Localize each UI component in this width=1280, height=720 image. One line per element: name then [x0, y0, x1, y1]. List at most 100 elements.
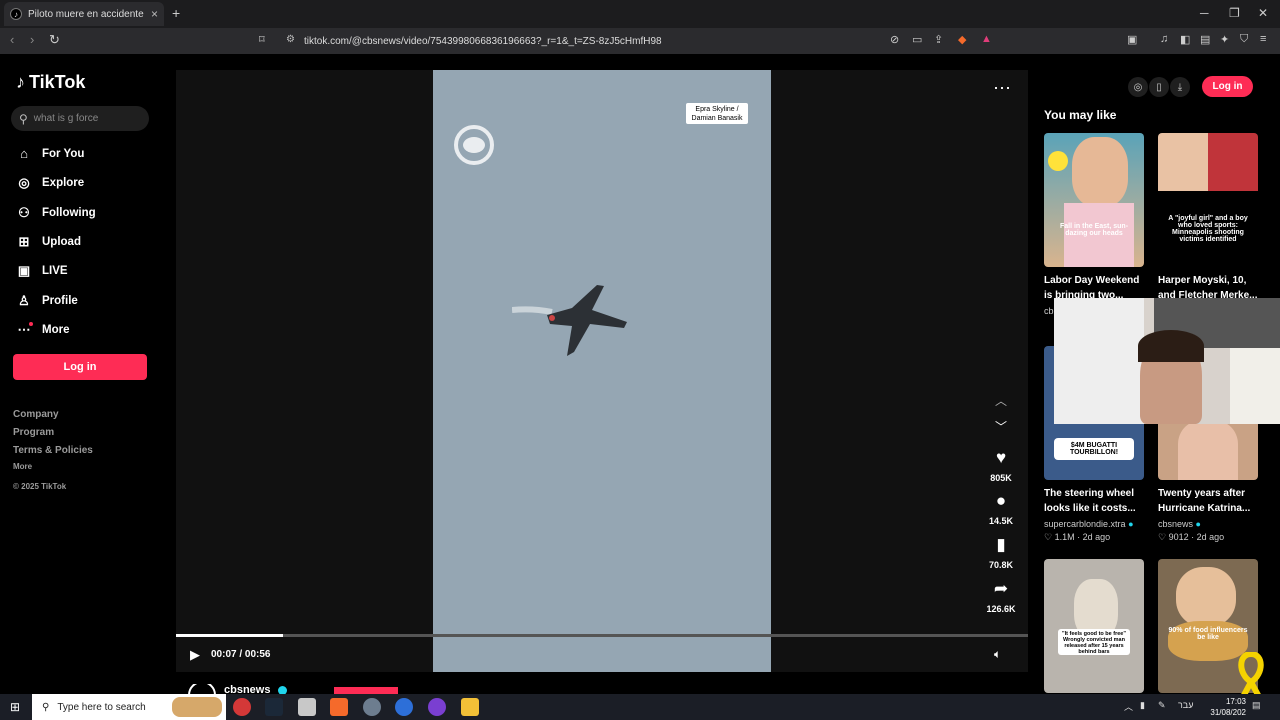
app-icon[interactable]: ▯	[1149, 77, 1169, 97]
person-face	[1176, 567, 1236, 627]
windows-start-icon[interactable]: ⊞	[10, 700, 20, 714]
bookmark-action[interactable]: ▮ 70.8K	[984, 535, 1018, 573]
brave-rewards-icon[interactable]: ▲	[981, 33, 992, 45]
footer-more[interactable]: More	[13, 462, 32, 471]
card-title[interactable]: The steering wheel looks like it costs..…	[1044, 486, 1148, 516]
clock-date: 31/08/202	[1210, 708, 1246, 717]
card-thumbnail[interactable]: Fall in the East, sun-dazing our heads	[1044, 133, 1144, 267]
card-author[interactable]: cb	[1044, 306, 1054, 316]
pen-icon[interactable]: ✎	[1158, 700, 1166, 711]
previous-video-icon[interactable]: ︿	[995, 392, 1007, 409]
nav-more[interactable]: ⋯ More	[16, 322, 70, 338]
more-options-icon[interactable]: ⋯	[993, 78, 1011, 99]
close-window-icon[interactable]: ✕	[1258, 6, 1268, 20]
card-author[interactable]: cbsnews ●	[1158, 519, 1201, 529]
search-icon: ⚲	[19, 111, 28, 126]
footer-program[interactable]: Program	[13, 427, 54, 438]
heart-outline-icon: ♡	[1158, 532, 1167, 542]
card-title[interactable]: Twenty years after Hurricane Katrina...	[1158, 486, 1262, 516]
nav-live[interactable]: ▣ LIVE	[16, 263, 68, 279]
footer-terms[interactable]: Terms & Policies	[13, 445, 93, 456]
tray-expand-icon[interactable]: ︿	[1124, 700, 1133, 713]
brave-shields-icon[interactable]: ◆	[958, 33, 966, 46]
follow-button[interactable]	[334, 687, 398, 694]
cast-icon[interactable]: ▭	[912, 33, 922, 46]
progress-bar[interactable]	[176, 634, 1028, 637]
app-icon[interactable]	[298, 698, 316, 716]
person-face	[1178, 420, 1238, 480]
app-icon[interactable]	[428, 698, 446, 716]
tab-close-icon[interactable]: ×	[151, 7, 158, 21]
nav-label: Upload	[42, 236, 81, 248]
taskbar-clock[interactable]: 17:03 31/08/202	[1200, 696, 1246, 718]
nav-label: Profile	[42, 295, 78, 307]
like-action[interactable]: ♥ 805K	[984, 448, 1018, 486]
back-icon[interactable]: ‹	[10, 32, 14, 47]
search-highlight-icon	[172, 697, 222, 717]
share-page-icon[interactable]: ⇪	[934, 33, 943, 46]
explore-icon[interactable]: ◎	[1128, 77, 1148, 97]
app-icon[interactable]	[233, 698, 251, 716]
reload-icon[interactable]: ↻	[49, 32, 60, 48]
volume-icon[interactable]: 🔈︎	[994, 647, 1001, 662]
nav-label: For You	[42, 147, 85, 160]
taskbar-search-icon: ⚲	[42, 701, 50, 713]
like-count: 805K	[990, 473, 1012, 483]
card-author-name: cbsnews	[1158, 519, 1194, 529]
minimize-icon[interactable]: ─	[1200, 6, 1209, 20]
vpn-icon[interactable]: ⛉	[1240, 33, 1248, 46]
media-icon[interactable]: ♫	[1160, 33, 1168, 45]
card-thumbnail[interactable]: "It feels good to be free" Wrongly convi…	[1044, 559, 1144, 693]
file-explorer-icon[interactable]	[461, 698, 479, 716]
no-media-icon[interactable]: ⊘	[890, 33, 899, 46]
site-info-icon[interactable]: ⚙	[286, 34, 295, 45]
new-tab-button[interactable]: +	[172, 5, 180, 21]
browser-tab[interactable]: ♪ Piloto muere en accidente de ca ×	[4, 2, 164, 26]
brave-icon[interactable]	[330, 698, 348, 716]
tiktok-note-icon: ♪	[16, 72, 25, 92]
heart-icon: ♥	[995, 448, 1007, 467]
sun-graphic	[1048, 151, 1068, 171]
restore-icon[interactable]: ❐	[1229, 6, 1240, 20]
login-button[interactable]: Log in	[13, 354, 147, 380]
bookmark-page-icon[interactable]: ⌑	[259, 33, 265, 46]
app-icon[interactable]	[395, 698, 413, 716]
nav-profile[interactable]: ♙ Profile	[16, 293, 78, 309]
webcam-overlay	[1054, 298, 1280, 424]
share-action[interactable]: ➦ 126.6K	[984, 579, 1018, 617]
tiktok-logo[interactable]: ♪ TikTok	[16, 72, 85, 93]
user-icon: ⚇	[18, 205, 30, 220]
notifications-icon[interactable]: ▤	[1252, 700, 1261, 711]
photo-girl	[1158, 133, 1208, 191]
panel-icon[interactable]: ◧	[1180, 33, 1190, 46]
menu-icon[interactable]: ≡	[1260, 33, 1266, 45]
next-video-icon[interactable]: ﹀	[995, 418, 1007, 435]
footer-company[interactable]: Company	[13, 409, 59, 420]
header-login-button[interactable]: Log in	[1202, 76, 1253, 97]
wallet-icon[interactable]: ▤	[1200, 33, 1210, 46]
forward-icon[interactable]: ›	[30, 32, 34, 47]
time-display: 00:07 / 00:56	[211, 649, 271, 660]
card-author[interactable]: supercarblondie.xtra ●	[1044, 519, 1134, 529]
play-icon[interactable]: ▶	[190, 647, 200, 663]
nav-following[interactable]: ⚇ Following	[16, 205, 95, 221]
share-icon: ➦	[993, 579, 1009, 598]
comment-action[interactable]: ● 14.5K	[984, 491, 1018, 529]
card-thumbnail[interactable]: A "joyful girl" and a boy who loved spor…	[1158, 133, 1258, 267]
download-icon[interactable]: ⤓	[1170, 77, 1190, 97]
microphone-icon[interactable]: ▮	[1140, 700, 1145, 711]
app-icon[interactable]	[363, 698, 381, 716]
card-likes: 1.1M	[1054, 532, 1075, 542]
card-meta: ♡ 9012 · 2d ago	[1158, 532, 1225, 542]
leo-icon[interactable]: ✦	[1220, 33, 1229, 46]
nav-for-you[interactable]: ⌂ For You	[16, 146, 84, 161]
sidebar-toggle-icon[interactable]: ▣	[1127, 33, 1137, 46]
card-likes: 9012	[1168, 532, 1189, 542]
nav-upload[interactable]: ⊞ Upload	[16, 234, 81, 250]
search-input[interactable]: ⚲ what is g force	[11, 106, 149, 131]
nav-explore[interactable]: ◎ Explore	[16, 175, 84, 191]
language-indicator[interactable]: עבר	[1178, 700, 1193, 710]
steam-icon[interactable]	[265, 698, 283, 716]
window-light	[1054, 298, 1144, 424]
taskbar-search[interactable]: ⚲ Type here to search	[32, 694, 226, 720]
